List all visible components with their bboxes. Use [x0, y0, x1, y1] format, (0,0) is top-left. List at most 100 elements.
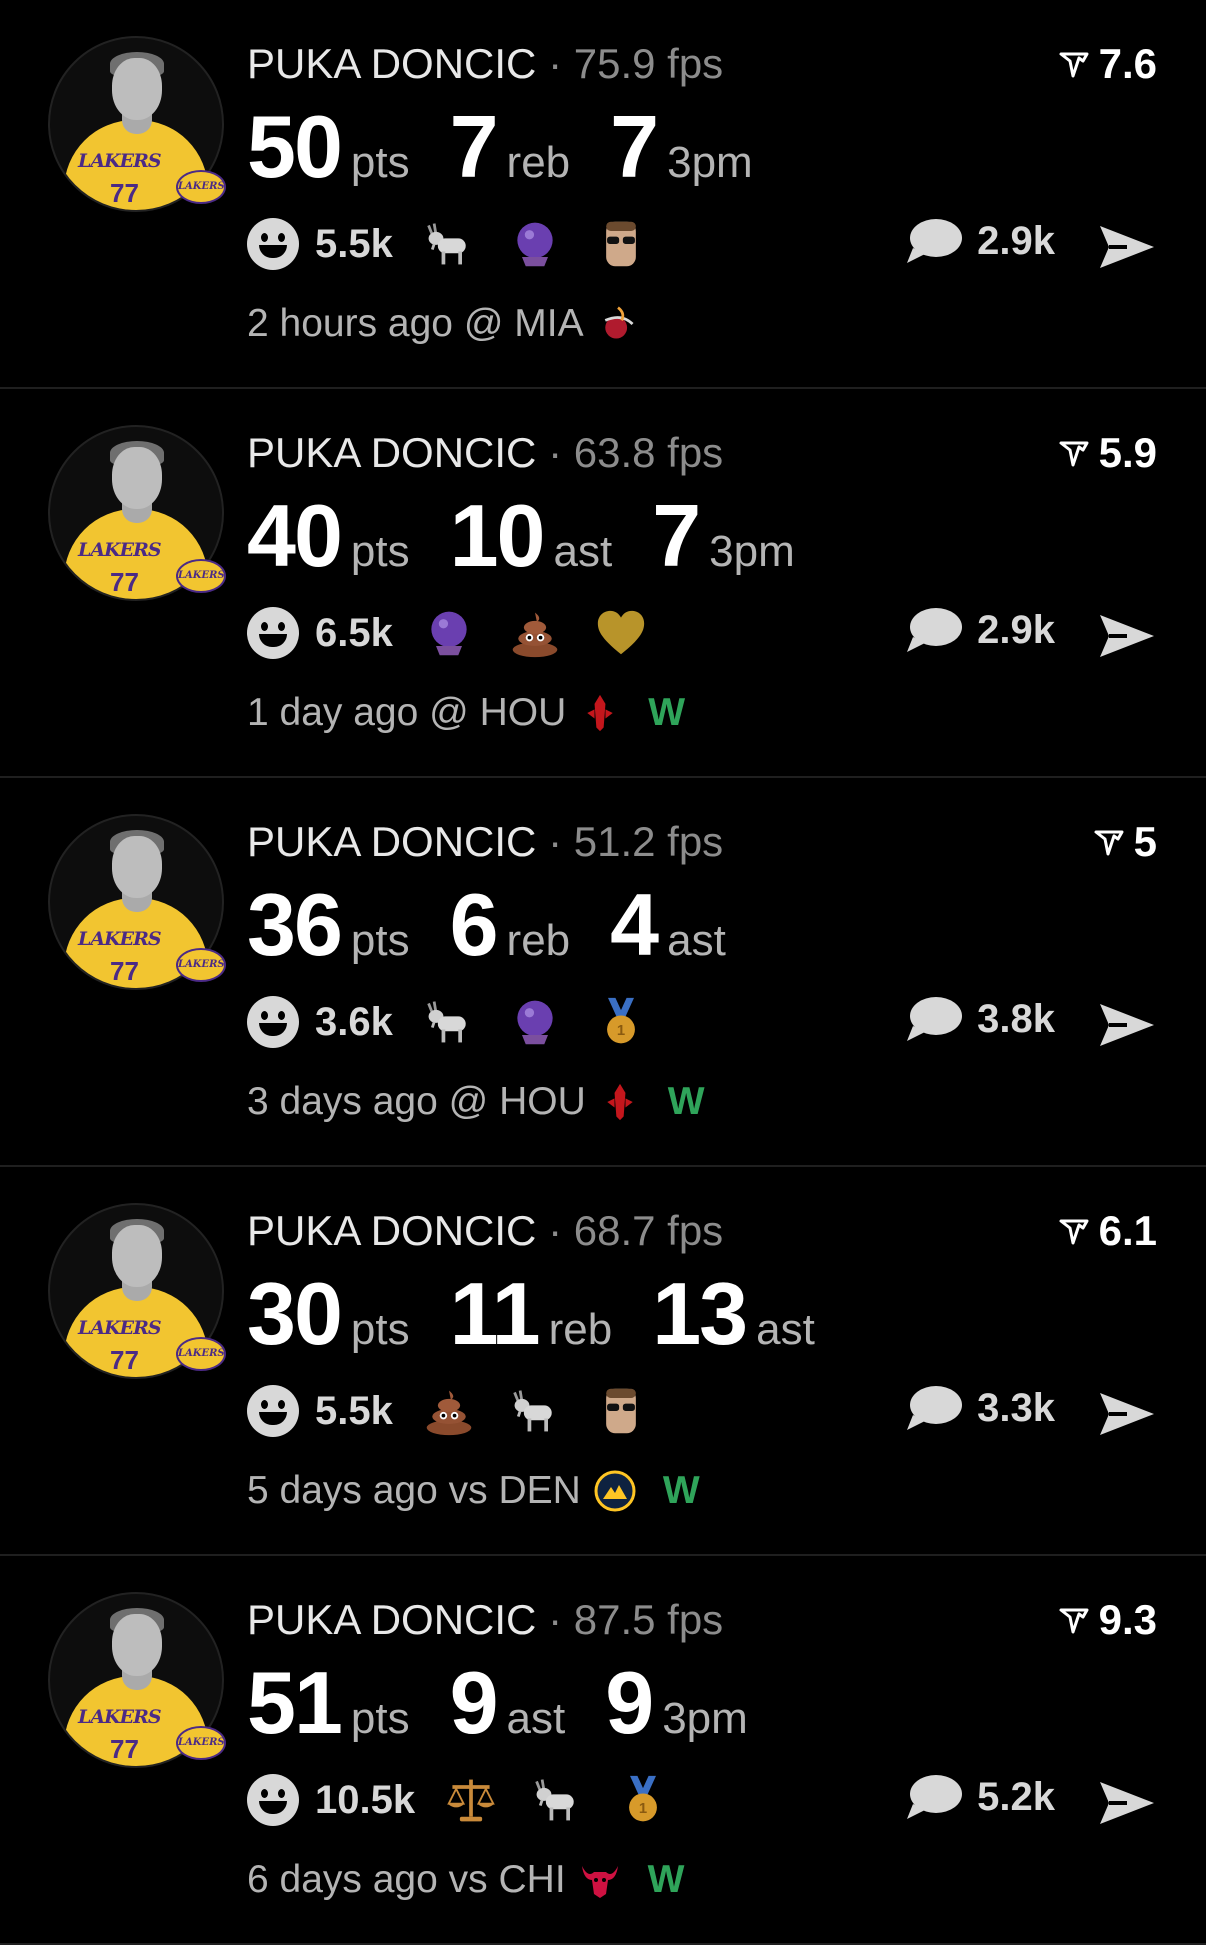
stat-value: 50 [247, 97, 343, 196]
comments-count: 2.9k [977, 607, 1055, 652]
stat-label: ast [667, 916, 726, 965]
gold-heart-icon[interactable] [593, 605, 649, 661]
svg-text:1: 1 [639, 1801, 647, 1817]
team-badge: LAKERS [176, 170, 226, 204]
separator: · [548, 1207, 563, 1254]
post-card[interactable]: LAKERS 77 LAKERS PUKA DONCIC · 68.7 fps … [0, 1167, 1206, 1556]
rockets-logo-icon [578, 691, 622, 735]
stat-line: 30 pts 11 reb 13 ast [247, 1263, 855, 1365]
team-badge: LAKERS [176, 1337, 226, 1371]
stat-value: 7 [610, 97, 659, 196]
time-ago: 6 days ago [247, 1858, 438, 1901]
share-icon[interactable] [1097, 222, 1157, 272]
rockets-logo-icon [598, 1080, 642, 1124]
rating-icon [1059, 52, 1089, 78]
game-info: 6 days ago vs CHI W [247, 1858, 684, 1902]
player-name[interactable]: PUKA DONCIC [247, 429, 536, 476]
player-name[interactable]: PUKA DONCIC [247, 40, 536, 87]
comments-button[interactable]: 5.2k [905, 1772, 1055, 1822]
comments-count: 5.2k [977, 1774, 1055, 1819]
svg-text:1: 1 [617, 1023, 625, 1039]
stat-label: pts [350, 916, 410, 965]
goat-icon[interactable] [507, 1383, 563, 1439]
smile-icon[interactable] [247, 996, 299, 1048]
rating-icon [1059, 441, 1089, 467]
reactions: 3.6k 1 [247, 994, 679, 1050]
venue: vs DEN [448, 1469, 581, 1512]
time-ago: 1 day ago [247, 691, 419, 734]
rating-icon [1094, 830, 1124, 856]
crystal-ball-icon[interactable] [507, 216, 563, 272]
stat-value: 10 [449, 486, 546, 585]
rating: 6.1 [1059, 1207, 1157, 1255]
game-info: 3 days ago @ HOU W [247, 1080, 705, 1124]
stat-label: pts [350, 527, 410, 576]
crystal-ball-icon[interactable] [507, 994, 563, 1050]
jersey-number: 77 [110, 1345, 139, 1375]
game-result: W [647, 1858, 685, 1901]
comment-bubble-icon [907, 608, 963, 652]
smile-icon[interactable] [247, 1774, 299, 1826]
team-badge: LAKERS [176, 1726, 226, 1760]
post-card[interactable]: LAKERS 77 LAKERS PUKA DONCIC · 51.2 fps … [0, 778, 1206, 1167]
smile-icon[interactable] [247, 1385, 299, 1437]
poop-icon[interactable] [507, 605, 563, 661]
game-info: 2 hours ago @ MIA [247, 302, 640, 346]
gold-medal-icon[interactable]: 1 [593, 994, 649, 1050]
crystal-ball-icon[interactable] [421, 605, 477, 661]
rating: 5.9 [1059, 429, 1157, 477]
stat-value: 4 [610, 875, 659, 974]
comments-button[interactable]: 2.9k [905, 605, 1055, 655]
rating-icon [1059, 1608, 1089, 1634]
reactions-count: 10.5k [315, 1777, 416, 1822]
player-name[interactable]: PUKA DONCIC [247, 1596, 536, 1643]
stat-label: pts [350, 138, 410, 187]
player-name[interactable]: PUKA DONCIC [247, 1207, 536, 1254]
post-card[interactable]: LAKERS 77 LAKERS PUKA DONCIC · 63.8 fps … [0, 389, 1206, 778]
share-icon[interactable] [1097, 1389, 1157, 1439]
sunglasses-player-icon[interactable] [593, 216, 649, 272]
team-badge: LAKERS [176, 559, 226, 593]
gold-medal-icon[interactable]: 1 [615, 1772, 671, 1828]
comments-count: 2.9k [977, 218, 1055, 263]
time-ago: 5 days ago [247, 1469, 438, 1512]
fps-score: 75.9 fps [573, 40, 724, 87]
goat-icon[interactable] [421, 994, 477, 1050]
stat-value: 6 [449, 875, 499, 974]
post-card[interactable]: LAKERS 77 LAKERS PUKA DONCIC · 87.5 fps … [0, 1556, 1206, 1945]
rating-value: 5.9 [1098, 429, 1157, 476]
separator: · [548, 1596, 563, 1643]
game-result: W [662, 1469, 700, 1512]
stat-label: reb [506, 916, 571, 965]
stat-label: ast [506, 1694, 566, 1743]
stat-value: 9 [605, 1653, 654, 1752]
comments-button[interactable]: 3.8k [905, 994, 1055, 1044]
goat-icon[interactable] [421, 216, 477, 272]
stat-line: 51 pts 9 ast 9 3pm [247, 1652, 788, 1754]
post-card[interactable]: LAKERS 77 LAKERS PUKA DONCIC · 75.9 fps … [0, 0, 1206, 389]
jersey-number: 77 [110, 956, 139, 986]
poop-icon[interactable] [421, 1383, 477, 1439]
goat-icon[interactable] [529, 1772, 585, 1828]
comment-bubble-icon [907, 219, 963, 263]
reactions-count: 3.6k [315, 999, 393, 1044]
jersey-text: LAKERS [78, 150, 162, 172]
reactions: 6.5k [247, 605, 679, 661]
team-badge: LAKERS [176, 948, 226, 982]
comments-button[interactable]: 3.3k [905, 1383, 1055, 1433]
stat-value: 30 [247, 1264, 343, 1363]
smile-icon[interactable] [247, 607, 299, 659]
player-name[interactable]: PUKA DONCIC [247, 818, 536, 865]
share-icon[interactable] [1097, 1000, 1157, 1050]
rating: 9.3 [1059, 1596, 1157, 1644]
comments-button[interactable]: 2.9k [905, 216, 1055, 266]
stat-value: 13 [652, 1264, 748, 1363]
share-icon[interactable] [1097, 611, 1157, 661]
venue: @ HOU [448, 1080, 586, 1123]
comment-bubble-icon [907, 1775, 963, 1819]
smile-icon[interactable] [247, 218, 299, 270]
rating-icon [1059, 1219, 1089, 1245]
sunglasses-player-icon[interactable] [593, 1383, 649, 1439]
scales-icon[interactable] [443, 1772, 499, 1828]
share-icon[interactable] [1097, 1778, 1157, 1828]
